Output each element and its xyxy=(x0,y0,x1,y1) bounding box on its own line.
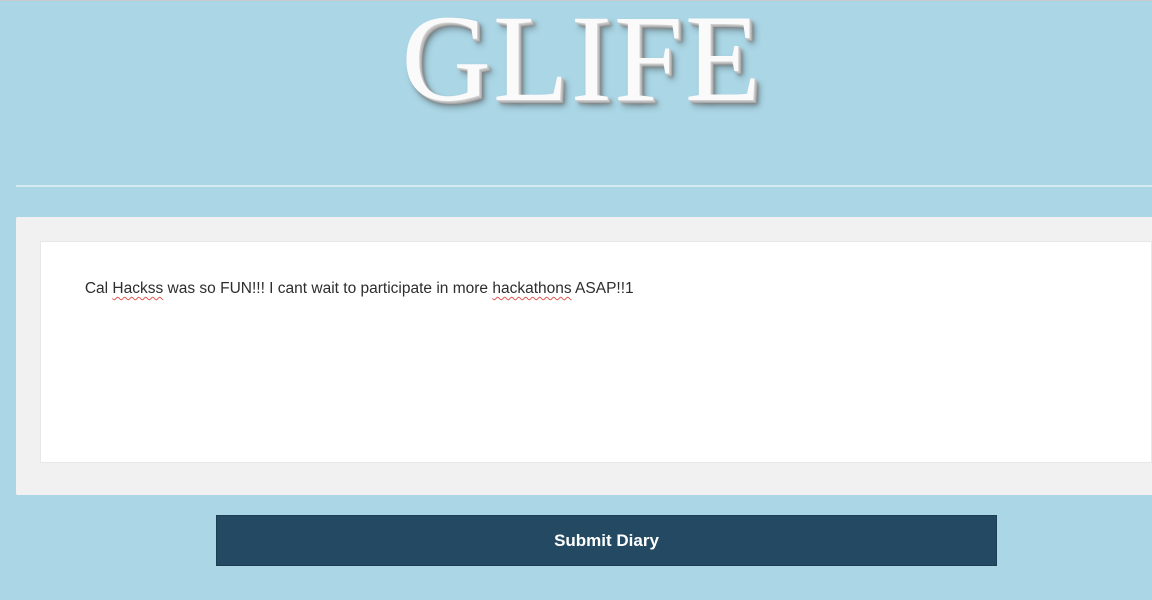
submit-diary-button[interactable]: Submit Diary xyxy=(216,515,997,566)
header-divider xyxy=(16,185,1152,187)
diary-page: GLIFE Cal Hackss was so FUN!!! I cant wa… xyxy=(0,0,1152,600)
glife-logo: GLIFE xyxy=(401,0,763,127)
diary-entry-misspelled-word: Hackss xyxy=(112,280,164,297)
diary-entry-textarea[interactable]: Cal Hackss was so FUN!!! I cant wait to … xyxy=(40,241,1152,463)
diary-entry-segment: was so FUN!!! I cant wait to participate… xyxy=(163,280,493,297)
diary-panel: Cal Hackss was so FUN!!! I cant wait to … xyxy=(16,217,1152,495)
diary-entry-segment: ASAP!!1 xyxy=(571,280,634,297)
diary-entry-misspelled-word: hackathons xyxy=(492,280,572,297)
diary-entry-segment: Cal xyxy=(84,280,113,297)
